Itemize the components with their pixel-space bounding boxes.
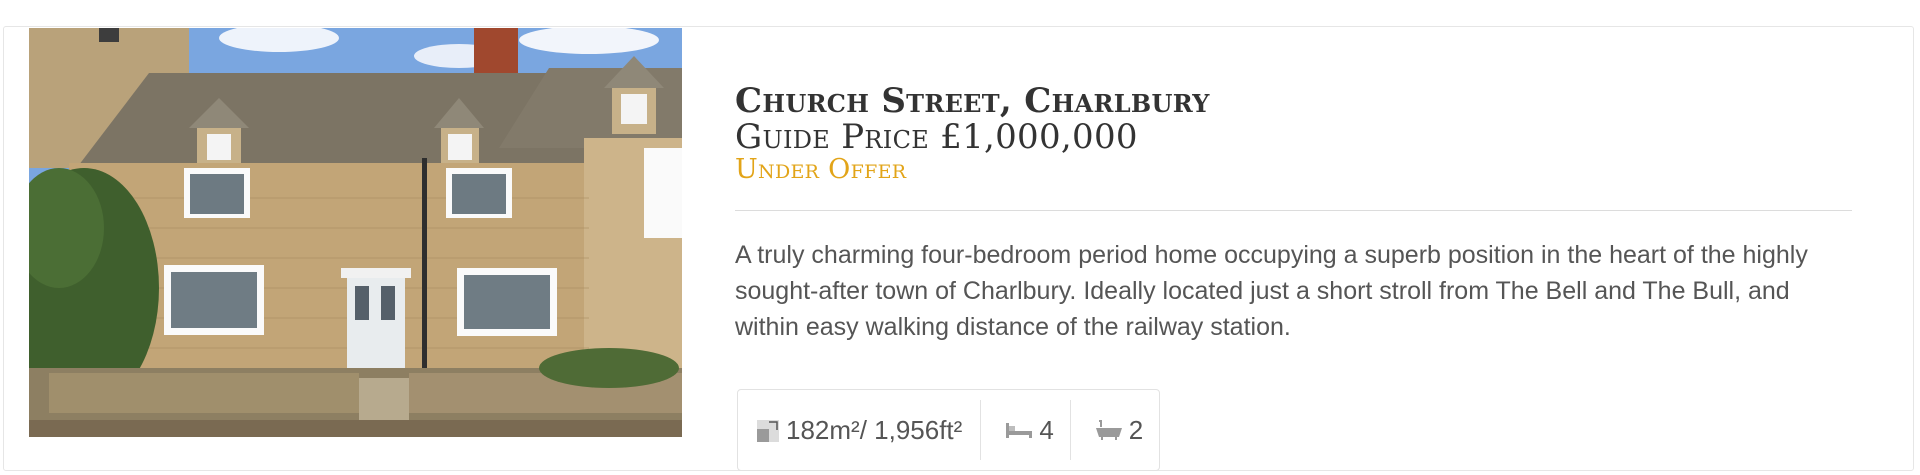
property-card[interactable]: Church Street, Charlbury Guide Price £1,… xyxy=(3,26,1914,471)
listing-description: A truly charming four-bedroom period hom… xyxy=(735,241,1808,341)
house-photo-image xyxy=(29,28,682,437)
divider xyxy=(735,210,1852,211)
stat-separator xyxy=(1069,400,1071,460)
listing-status: Under Offer xyxy=(735,154,907,185)
stat-bathrooms-value: 2 xyxy=(1128,414,1144,445)
bed-icon xyxy=(1005,420,1033,440)
listing-info: Church Street, Charlbury Guide Price £1,… xyxy=(735,83,1855,370)
floor-area-icon xyxy=(756,417,780,443)
stat-bedrooms: 4 xyxy=(1005,414,1054,446)
stat-bedrooms-value: 4 xyxy=(1039,414,1054,445)
property-photo[interactable] xyxy=(29,28,682,437)
listing-address[interactable]: Church Street, Charlbury xyxy=(735,83,1855,119)
stat-area-value: 182m²/ 1,956ft² xyxy=(786,414,963,445)
listing-stats: 182m²/ 1,956ft² 4 2 xyxy=(737,389,1161,471)
stat-area: 182m²/ 1,956ft² xyxy=(756,415,962,446)
bath-icon xyxy=(1095,419,1123,441)
stat-separator xyxy=(980,400,982,460)
stat-bathrooms: 2 xyxy=(1095,415,1143,446)
listing-price: Guide Price £1,000,000 xyxy=(735,117,1138,157)
